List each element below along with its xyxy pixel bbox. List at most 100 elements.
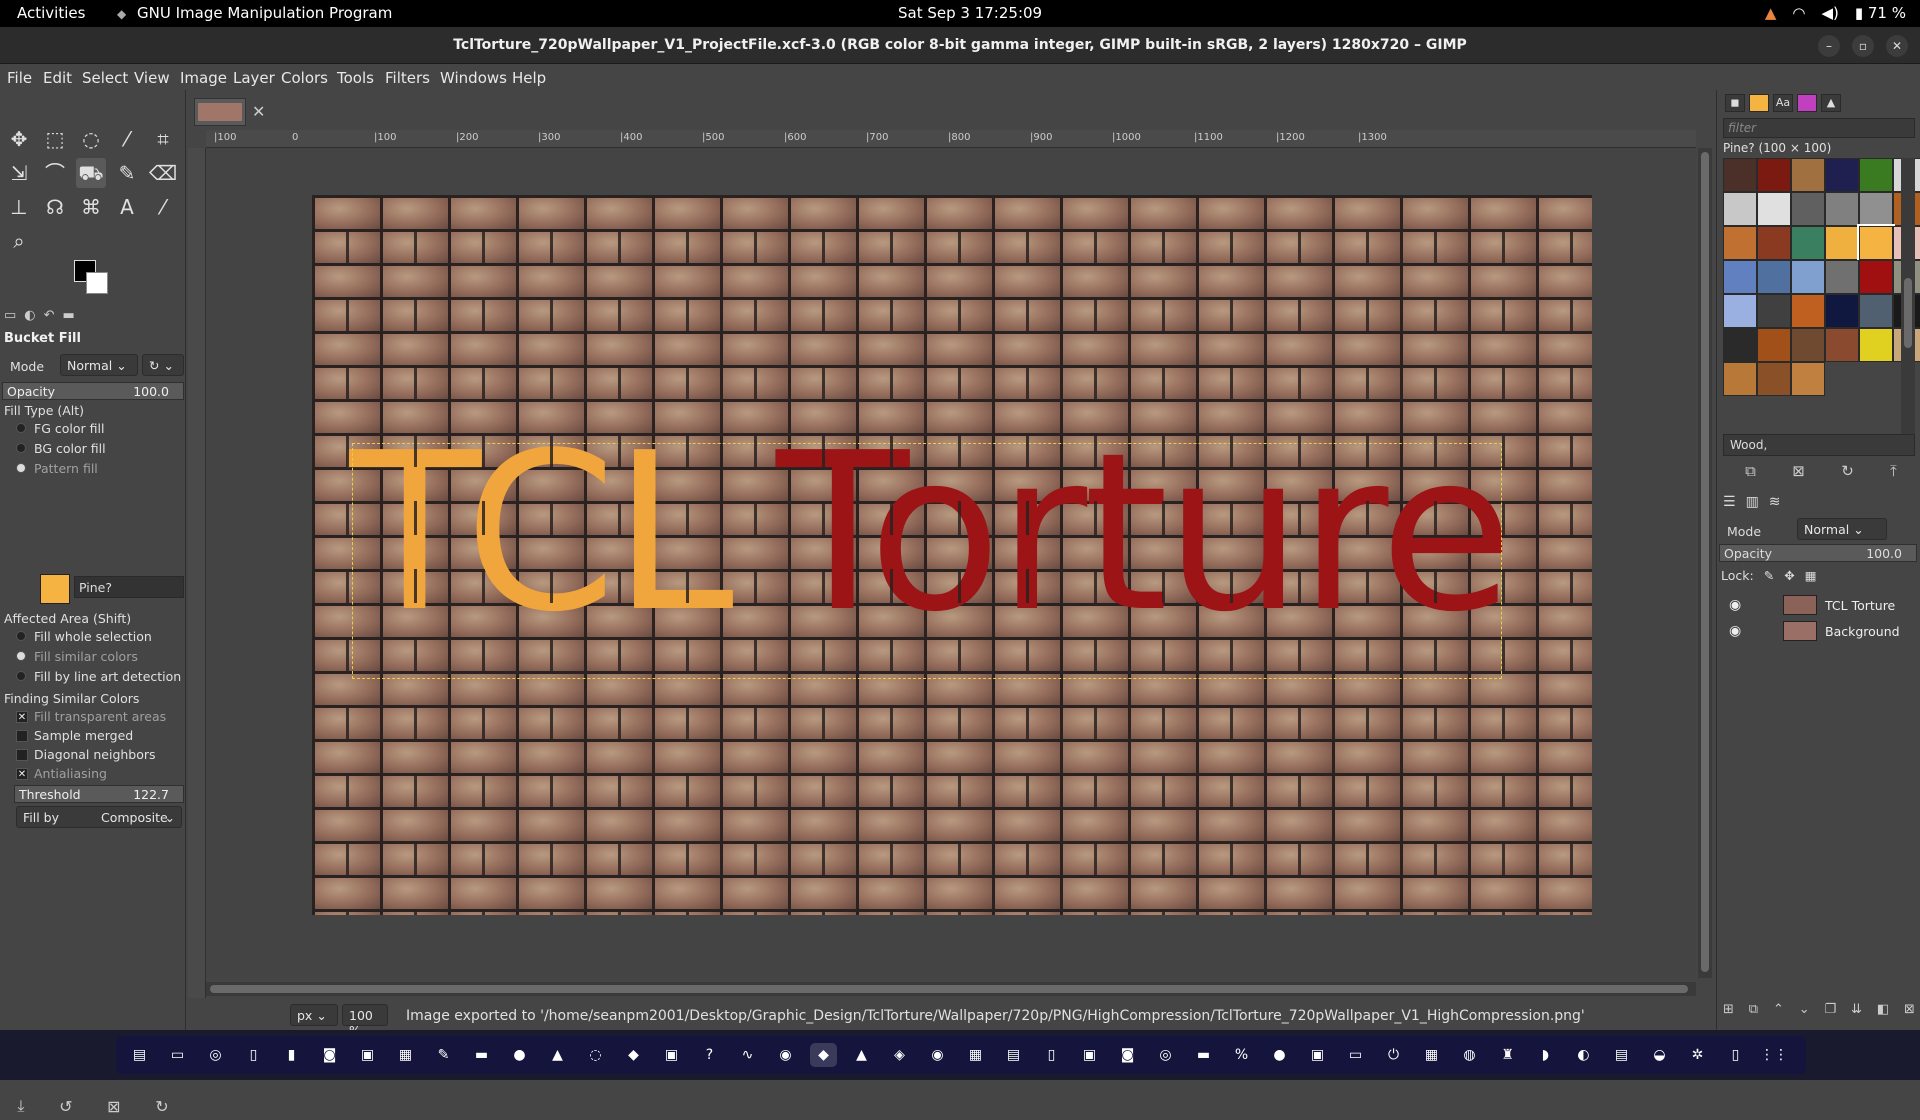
pattern-item[interactable] xyxy=(1825,192,1859,226)
vlc-icon[interactable]: ▲ xyxy=(544,1043,571,1067)
fill-line-art-radio[interactable] xyxy=(16,671,26,681)
inkscape-icon[interactable]: ▲ xyxy=(848,1043,875,1067)
horizontal-scrollbar[interactable] xyxy=(206,982,1696,996)
monitor-icon[interactable]: ∿ xyxy=(734,1043,761,1067)
pattern-item[interactable] xyxy=(1791,158,1825,192)
show-apps-icon[interactable]: ⋮⋮ xyxy=(1760,1043,1788,1067)
lock-position-icon[interactable]: ✥ xyxy=(1784,568,1794,583)
lower-layer-icon[interactable]: ⌄ xyxy=(1799,1002,1810,1017)
scrollbar-thumb[interactable] xyxy=(1904,278,1912,348)
paths-tab-icon[interactable]: ≋ xyxy=(1769,494,1781,510)
pattern-item-selected[interactable] xyxy=(1857,224,1895,262)
terminal-icon[interactable]: ▬ xyxy=(468,1043,495,1067)
help-icon[interactable]: ? xyxy=(696,1043,723,1067)
menu-file[interactable]: File xyxy=(7,69,32,87)
paths-tool-icon[interactable]: ⌘ xyxy=(76,192,106,222)
sample-merged-label[interactable]: Sample merged xyxy=(34,728,133,743)
menu-windows[interactable]: Windows xyxy=(440,69,507,87)
menu-select[interactable]: Select xyxy=(82,69,128,87)
fill-transparent-checkbox[interactable]: ✕ xyxy=(16,711,28,723)
close-button[interactable]: ✕ xyxy=(1886,35,1908,57)
channels-tab-icon[interactable]: ▥ xyxy=(1746,494,1759,510)
display-icon[interactable]: ▭ xyxy=(1342,1043,1369,1067)
layer-row[interactable]: ◉ TCL Torture xyxy=(1719,593,1917,619)
lock-alpha-icon[interactable]: ▦ xyxy=(1805,568,1817,583)
notes-icon[interactable]: ▮ xyxy=(278,1043,305,1067)
gallery-icon[interactable]: ▣ xyxy=(1304,1043,1331,1067)
fg-bg-colors[interactable] xyxy=(74,260,110,296)
delete-pattern-icon[interactable]: ⊠ xyxy=(1792,462,1805,480)
calc-icon[interactable]: ▦ xyxy=(392,1043,419,1067)
zoom-tool-icon[interactable]: ⌕ xyxy=(4,226,34,256)
pattern-item[interactable] xyxy=(1757,192,1791,226)
files-icon[interactable]: ▭ xyxy=(164,1043,191,1067)
pattern-item[interactable] xyxy=(1791,260,1825,294)
bg-fill-label[interactable]: BG color fill xyxy=(34,441,106,456)
pattern-fill-label[interactable]: Pattern fill xyxy=(34,461,98,476)
pattern-item[interactable] xyxy=(1825,260,1859,294)
media-icon[interactable]: ▬ xyxy=(1190,1043,1217,1067)
scrollbar-thumb[interactable] xyxy=(1701,152,1709,972)
duplicate-pattern-icon[interactable]: ⧉ xyxy=(1745,462,1756,480)
pattern-item[interactable] xyxy=(1723,362,1757,396)
pattern-item[interactable] xyxy=(1757,362,1791,396)
menu-edit[interactable]: Edit xyxy=(43,69,72,87)
record-icon[interactable]: ● xyxy=(1266,1043,1293,1067)
pattern-item[interactable] xyxy=(1757,260,1791,294)
settings-icon[interactable]: ◌ xyxy=(582,1043,609,1067)
duplicate-layer-icon[interactable]: ❐ xyxy=(1825,1002,1837,1017)
horizontal-ruler[interactable]: |100 0 |100 |200 |300 |400 |500 |600 |70… xyxy=(206,130,1696,148)
menu-view[interactable]: View xyxy=(134,69,170,87)
pattern-item[interactable] xyxy=(1791,294,1825,328)
rect-select-tool-icon[interactable]: ⬚ xyxy=(40,124,70,154)
fonts-tab-icon[interactable]: Aa xyxy=(1773,94,1793,112)
pattern-item[interactable] xyxy=(1757,158,1791,192)
pattern-name-field[interactable]: Pine? xyxy=(74,576,184,598)
pattern-item[interactable] xyxy=(1791,328,1825,362)
pattern-item[interactable] xyxy=(1757,294,1791,328)
app-menu[interactable]: ◆ GNU Image Manipulation Program xyxy=(117,4,392,22)
power-icon[interactable]: ⏻ xyxy=(1380,1043,1407,1067)
blender-icon[interactable]: ◈ xyxy=(886,1043,913,1067)
close-tab-icon[interactable]: ✕ xyxy=(252,102,265,121)
chrome-icon[interactable]: ◎ xyxy=(202,1043,229,1067)
pattern-item[interactable] xyxy=(1859,260,1893,294)
wifi-icon[interactable]: ◠ xyxy=(1792,4,1805,22)
pattern-item[interactable] xyxy=(1859,158,1893,192)
fill-similar-colors-label[interactable]: Fill similar colors xyxy=(34,649,138,664)
new-layer-icon[interactable]: ⊞ xyxy=(1723,1002,1734,1017)
camera-icon[interactable]: ◉ xyxy=(772,1043,799,1067)
pattern-item[interactable] xyxy=(1723,294,1757,328)
editor-icon[interactable]: ✎ xyxy=(430,1043,457,1067)
warning-icon[interactable]: ▲ xyxy=(1765,4,1777,22)
gradients-tab-icon[interactable] xyxy=(1797,94,1817,112)
store-icon[interactable]: ▣ xyxy=(658,1043,685,1067)
transform-tool-icon[interactable]: ⇲ xyxy=(4,158,34,188)
layer-opacity-slider[interactable]: Opacity 100.0 xyxy=(1719,544,1917,562)
fill-transparent-label[interactable]: Fill transparent areas xyxy=(34,709,166,724)
patterns-tab-icon[interactable] xyxy=(1749,94,1769,112)
pattern-item[interactable] xyxy=(1791,192,1825,226)
fuzzy-select-tool-icon[interactable]: ⁄ xyxy=(112,124,142,154)
window-title-bar[interactable]: TclTorture_720pWallpaper_V1_ProjectFile.… xyxy=(0,27,1920,64)
scrollbar-thumb[interactable] xyxy=(210,985,1688,993)
pattern-item[interactable] xyxy=(1825,328,1859,362)
game-icon[interactable]: ♜ xyxy=(1494,1043,1521,1067)
pattern-item[interactable] xyxy=(1757,328,1791,362)
visibility-eye-icon[interactable]: ◉ xyxy=(1729,623,1741,639)
crop-tool-icon[interactable]: ⌗ xyxy=(148,124,178,154)
menu-tools[interactable]: Tools xyxy=(337,69,374,87)
disk-icon[interactable]: ◍ xyxy=(1456,1043,1483,1067)
pattern-fill-radio[interactable] xyxy=(16,463,26,473)
vertical-scrollbar[interactable] xyxy=(1698,148,1712,978)
pattern-item[interactable] xyxy=(1791,362,1825,396)
document-icon[interactable]: ▯ xyxy=(240,1043,267,1067)
steam-icon[interactable]: ◎ xyxy=(1152,1043,1179,1067)
vertical-ruler[interactable] xyxy=(188,148,206,998)
layer-mode-select[interactable]: Normal ⌄ xyxy=(1797,518,1887,540)
pattern-item[interactable] xyxy=(1723,328,1757,362)
menu-colors[interactable]: Colors xyxy=(281,69,328,87)
pattern-scrollbar[interactable] xyxy=(1901,158,1915,438)
obs-icon[interactable]: ◉ xyxy=(924,1043,951,1067)
bucket-fill-tool-icon[interactable]: ⛟ xyxy=(76,158,106,188)
